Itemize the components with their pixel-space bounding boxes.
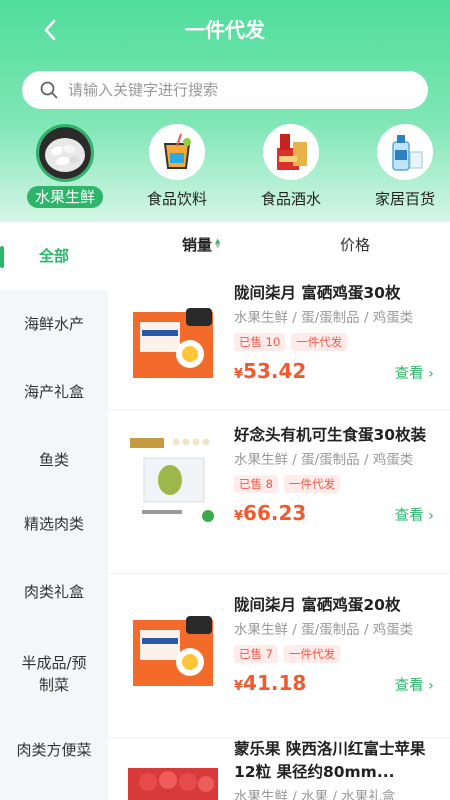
sidebar-item-meat[interactable]: 精选肉类	[0, 490, 108, 558]
sidebar-item-label: 海产礼盒	[23, 383, 84, 401]
product-info: 陇间柒月 富硒鸡蛋30枚 水果生鲜 / 蛋/蛋制品 / 鸡蛋类 已售 10 一件…	[234, 282, 434, 383]
sort-arrows-icon: ▲ ▼	[215, 237, 221, 250]
category-drinks[interactable]: 食品饮料	[122, 124, 232, 210]
sold-count-badge: 已售 8	[234, 475, 278, 493]
sidebar-item-label: 全部	[38, 247, 69, 265]
sold-count-badge: 已售 7	[234, 645, 278, 663]
product-category-path: 水果生鲜 / 水果 / 水果礼盒	[234, 789, 396, 800]
sort-label: 销量	[182, 235, 213, 254]
sold-count-badge: 已售 10	[234, 333, 286, 351]
dropship-badge: 一件代发	[283, 475, 340, 493]
sidebar-item-label: 半成品/预制菜	[21, 654, 87, 694]
product-name: 好念头有机可生食蛋30枚装	[234, 426, 427, 444]
product-price: ¥66.23	[234, 501, 307, 525]
product-panel: 销量 ▲ ▼ 价格 陇间柒月 富硒鸡蛋30枚 水果生鲜 / 蛋/蛋制品 / 鸡蛋类	[108, 222, 450, 800]
product-card[interactable]: 蒙乐果 陕西洛川红富士苹果12粒 果径约80mm... 水果生鲜 / 水果 / …	[108, 722, 450, 800]
sidebar-item-label: 海鲜水产	[23, 315, 84, 333]
view-link[interactable]: 查看 ›	[395, 362, 434, 383]
sidebar-item-label: 精选肉类	[23, 515, 84, 533]
product-image	[128, 606, 218, 696]
product-name: 陇间柒月 富硒鸡蛋30枚	[234, 284, 401, 302]
product-card[interactable]: 陇间柒月 富硒鸡蛋20枚 水果生鲜 / 蛋/蛋制品 / 鸡蛋类 已售 7 一件代…	[108, 574, 450, 738]
product-card[interactable]: 好念头有机可生食蛋30枚装 水果生鲜 / 蛋/蛋制品 / 鸡蛋类 已售 8 一件…	[108, 410, 450, 574]
page-title: 一件代发	[185, 18, 265, 42]
sidebar-item-fish[interactable]: 鱼类	[0, 426, 108, 494]
seafood-icon	[36, 124, 94, 182]
product-name: 蒙乐果 陕西洛川红富士苹果12粒 果径约80mm...	[234, 740, 426, 781]
product-category-path: 水果生鲜 / 蛋/蛋制品 / 鸡蛋类	[234, 310, 414, 326]
product-price: ¥41.18	[234, 671, 307, 695]
product-name: 陇间柒月 富硒鸡蛋20枚	[234, 596, 401, 614]
sidebar-item-label: 肉类方便菜	[16, 741, 92, 759]
sidebar-item-prepared[interactable]: 半成品/预制菜	[0, 640, 108, 708]
category-strip: 水果生鲜 食品饮料 食品酒水 家居百货	[0, 124, 450, 214]
search-icon	[40, 81, 58, 99]
product-image	[128, 748, 218, 800]
dropship-badge: 一件代发	[283, 645, 340, 663]
search-input[interactable]	[68, 81, 428, 99]
category-label: 家居百货	[374, 190, 435, 208]
sort-by-sales[interactable]: 销量 ▲ ▼	[182, 234, 220, 255]
sort-by-price[interactable]: 价格	[340, 234, 370, 255]
header: 一件代发 水果生鲜	[0, 0, 450, 222]
sort-bar: 销量 ▲ ▼ 价格	[108, 222, 450, 266]
dropship-badge: 一件代发	[291, 333, 348, 351]
category-label: 食品酒水	[260, 190, 321, 208]
category-liquor[interactable]: 食品酒水	[236, 124, 346, 210]
view-link[interactable]: 查看 ›	[395, 674, 434, 695]
sidebar-item-seafood[interactable]: 海鲜水产	[0, 290, 108, 358]
category-label: 食品饮料	[146, 190, 207, 208]
product-category-path: 水果生鲜 / 蛋/蛋制品 / 鸡蛋类	[234, 452, 414, 468]
household-icon	[377, 124, 433, 180]
product-image	[128, 298, 218, 388]
liquor-icon	[263, 124, 319, 180]
view-link[interactable]: 查看 ›	[395, 504, 434, 525]
product-info: 陇间柒月 富硒鸡蛋20枚 水果生鲜 / 蛋/蛋制品 / 鸡蛋类 已售 7 一件代…	[234, 594, 434, 695]
category-seafood[interactable]: 水果生鲜	[10, 124, 120, 208]
sidebar-item-meat-gift[interactable]: 肉类礼盒	[0, 558, 108, 626]
sidebar-item-label: 肉类礼盒	[23, 583, 84, 601]
sort-label: 价格	[340, 235, 371, 254]
sidebar-item-seafood-gift[interactable]: 海产礼盒	[0, 358, 108, 426]
product-info: 好念头有机可生食蛋30枚装 水果生鲜 / 蛋/蛋制品 / 鸡蛋类 已售 8 一件…	[234, 424, 434, 525]
sidebar-item-convenience[interactable]: 肉类方便菜	[0, 716, 108, 784]
sidebar-item-all[interactable]: 全部	[0, 222, 108, 290]
product-card[interactable]: 陇间柒月 富硒鸡蛋30枚 水果生鲜 / 蛋/蛋制品 / 鸡蛋类 已售 10 一件…	[108, 270, 450, 410]
category-label: 水果生鲜	[26, 186, 103, 208]
product-image	[128, 436, 218, 526]
drink-icon	[149, 124, 205, 180]
category-household[interactable]: 家居百货	[350, 124, 450, 210]
sidebar-item-label: 鱼类	[38, 451, 69, 469]
search-bar[interactable]	[22, 71, 428, 109]
sidebar: 全部 海鲜水产 海产礼盒 鱼类 精选肉类 肉类礼盒 半成品/预制菜 肉类方便菜	[0, 222, 108, 800]
product-info: 蒙乐果 陕西洛川红富士苹果12粒 果径约80mm... 水果生鲜 / 水果 / …	[234, 738, 434, 800]
product-category-path: 水果生鲜 / 蛋/蛋制品 / 鸡蛋类	[234, 622, 414, 638]
product-price: ¥53.42	[234, 359, 307, 383]
